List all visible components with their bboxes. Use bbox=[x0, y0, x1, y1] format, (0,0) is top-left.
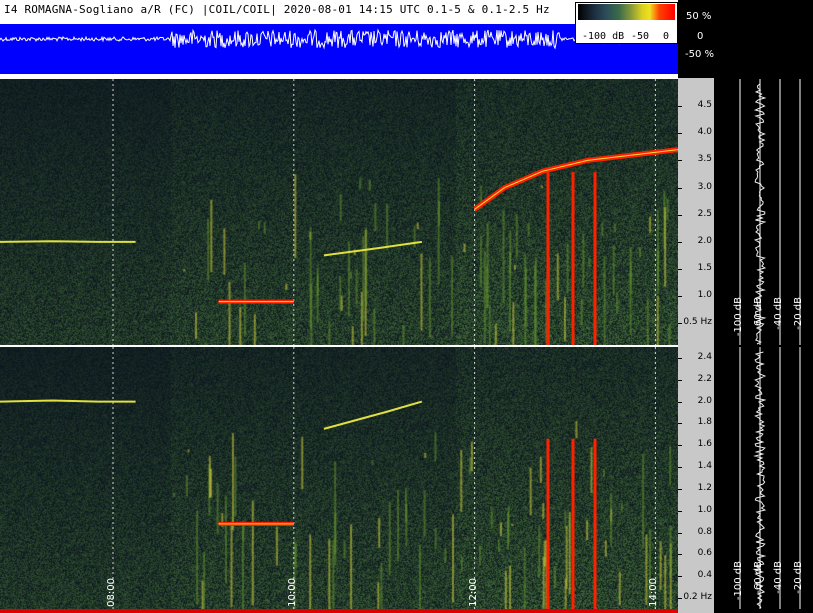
frequency-tick-mark bbox=[678, 187, 682, 189]
frequency-tick-mark bbox=[678, 445, 682, 447]
frequency-tick-label: 1.8 bbox=[697, 417, 712, 428]
frequency-tick-mark bbox=[678, 160, 682, 162]
frequency-tick-label: 1.2 bbox=[697, 482, 712, 493]
frequency-tick-mark bbox=[678, 323, 682, 325]
frequency-tick-mark bbox=[678, 269, 682, 270]
side-spectrum-tick-label: -100 dB bbox=[733, 297, 744, 337]
frequency-tick-mark bbox=[678, 296, 682, 298]
frequency-tick-mark bbox=[678, 241, 682, 243]
time-tick-label: 08:00 bbox=[106, 578, 117, 607]
frequency-tick-mark bbox=[678, 214, 682, 216]
frequency-tick-label: 0.8 bbox=[697, 526, 712, 537]
side-spectrum-tick-label: -20 dB bbox=[793, 561, 804, 594]
frequency-tick-mark bbox=[678, 401, 682, 403]
spectral-trace bbox=[0, 240, 136, 243]
frequency-tick-mark bbox=[678, 106, 682, 108]
frequency-tick-label: 4.0 bbox=[697, 127, 712, 138]
spectral-trace bbox=[323, 400, 423, 430]
amplitude-tick-zero: 0 bbox=[697, 31, 704, 42]
frequency-tick-label: 3.5 bbox=[697, 154, 712, 165]
side-spectrum-tick-label: -40 dB bbox=[773, 297, 784, 330]
amplitude-tick-pos: 50 % bbox=[686, 11, 712, 22]
time-tick-label: 12:00 bbox=[467, 578, 479, 607]
chart-overlay bbox=[0, 79, 678, 609]
frequency-tick-label: 2.5 bbox=[697, 208, 712, 219]
frequency-tick-mark bbox=[678, 488, 682, 490]
frequency-tick-label: 2.0 bbox=[697, 395, 712, 406]
frequency-tick-label: 3.0 bbox=[697, 181, 712, 192]
frequency-tick-mark bbox=[678, 554, 682, 556]
frequency-tick-mark bbox=[678, 598, 682, 600]
frequency-tick-label: 1.5 bbox=[697, 263, 712, 273]
frequency-tick-label: 1.4 bbox=[697, 461, 712, 472]
frequency-tick-label: 2.0 bbox=[697, 235, 712, 246]
spectrogram-viewer: I4 ROMAGNA-Sogliano a/R (FC) |COIL/COIL|… bbox=[0, 0, 813, 613]
frequency-tick-label: 0.6 bbox=[697, 548, 712, 559]
frequency-tick-mark bbox=[678, 532, 682, 534]
frequency-tick-label: 1.6 bbox=[697, 439, 712, 450]
frequency-tick-label: 4.5 bbox=[697, 100, 712, 111]
frequency-tick-label: 2.4 bbox=[697, 351, 712, 362]
frequency-tick-label: 0.5 Hz bbox=[683, 317, 712, 328]
time-tick-label: 14:00 bbox=[648, 578, 660, 607]
time-tick-label: 10:00 bbox=[286, 578, 298, 607]
side-spectrum-tick-label: -60 dB bbox=[753, 297, 764, 330]
frequency-tick-label: 1.0 bbox=[697, 290, 712, 301]
side-spectrum-tick-label: -60 dB bbox=[753, 561, 764, 594]
side-spectrum-tick-label: -100 dB bbox=[733, 561, 744, 601]
frequency-tick-mark bbox=[678, 423, 682, 425]
spectral-trace bbox=[0, 399, 136, 403]
spectral-trace-core bbox=[474, 149, 678, 210]
frequency-tick-mark bbox=[678, 576, 682, 578]
frequency-tick-mark bbox=[678, 510, 682, 512]
frequency-tick-label: 0.4 bbox=[697, 570, 712, 581]
frequency-tick-label: 0.2 Hz bbox=[683, 592, 712, 603]
frequency-tick-label: 2.2 bbox=[697, 373, 712, 384]
frequency-tick-mark bbox=[678, 357, 682, 359]
spectral-trace bbox=[473, 147, 678, 212]
side-spectrum-tick-label: -20 dB bbox=[793, 297, 804, 330]
frequency-tick-mark bbox=[678, 379, 682, 381]
spectral-trace bbox=[323, 240, 423, 257]
frequency-tick-label: 1.0 bbox=[697, 504, 712, 515]
amplitude-tick-neg: -50 % bbox=[685, 49, 715, 60]
frequency-tick-mark bbox=[678, 133, 682, 135]
side-spectrum-tick-label: -40 dB bbox=[773, 561, 784, 594]
frequency-tick-mark bbox=[678, 467, 682, 469]
